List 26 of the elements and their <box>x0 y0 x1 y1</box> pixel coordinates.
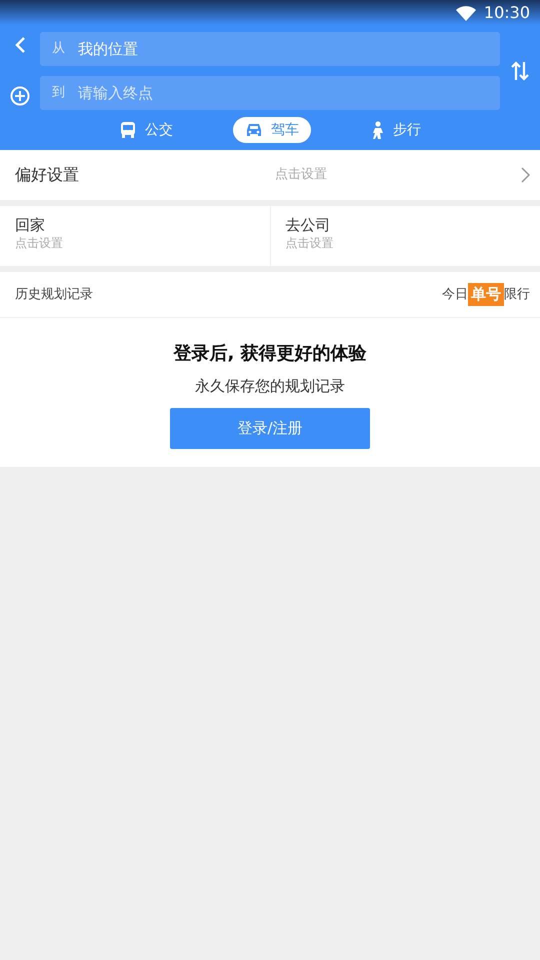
mode-tab[interactable]: 公交 <box>107 117 185 143</box>
login-subtitle: 永久保存您的规划记录 <box>195 376 345 397</box>
field-label: 到 <box>51 84 66 102</box>
pedestrian-icon <box>371 121 385 139</box>
preference-row[interactable]: 偏好设置 点击设置 <box>0 150 540 200</box>
mode-tab[interactable]: 步行 <box>359 117 433 143</box>
restriction-label: 今日 <box>442 286 468 304</box>
swap-icon[interactable] <box>511 60 529 82</box>
origin-field[interactable]: 从 我的位置 <box>40 32 500 66</box>
car-icon <box>245 122 263 138</box>
back-icon[interactable] <box>14 36 26 54</box>
status-time: 10:30 <box>484 2 530 24</box>
restriction-badge: 单号 <box>468 283 504 306</box>
chevron-right-icon <box>520 167 530 183</box>
mode-tab[interactable]: 驾车 <box>233 117 311 143</box>
add-icon[interactable] <box>10 86 30 106</box>
shortcut-card[interactable]: 去公司 点击设置 <box>270 206 540 266</box>
login-title: 登录后, 获得更好的体验 <box>173 342 367 366</box>
login-button[interactable]: 登录/注册 <box>170 408 370 448</box>
restriction-label: 限行 <box>504 286 530 304</box>
destination-box[interactable]: 到 请输入终点 <box>40 76 500 110</box>
shortcut-card[interactable]: 回家 点击设置 <box>0 206 270 266</box>
destination-field[interactable]: 请输入终点 <box>76 80 500 106</box>
bus-icon <box>119 121 137 139</box>
wifi-icon <box>456 4 476 20</box>
history-title: 历史规划记录 <box>15 286 93 304</box>
